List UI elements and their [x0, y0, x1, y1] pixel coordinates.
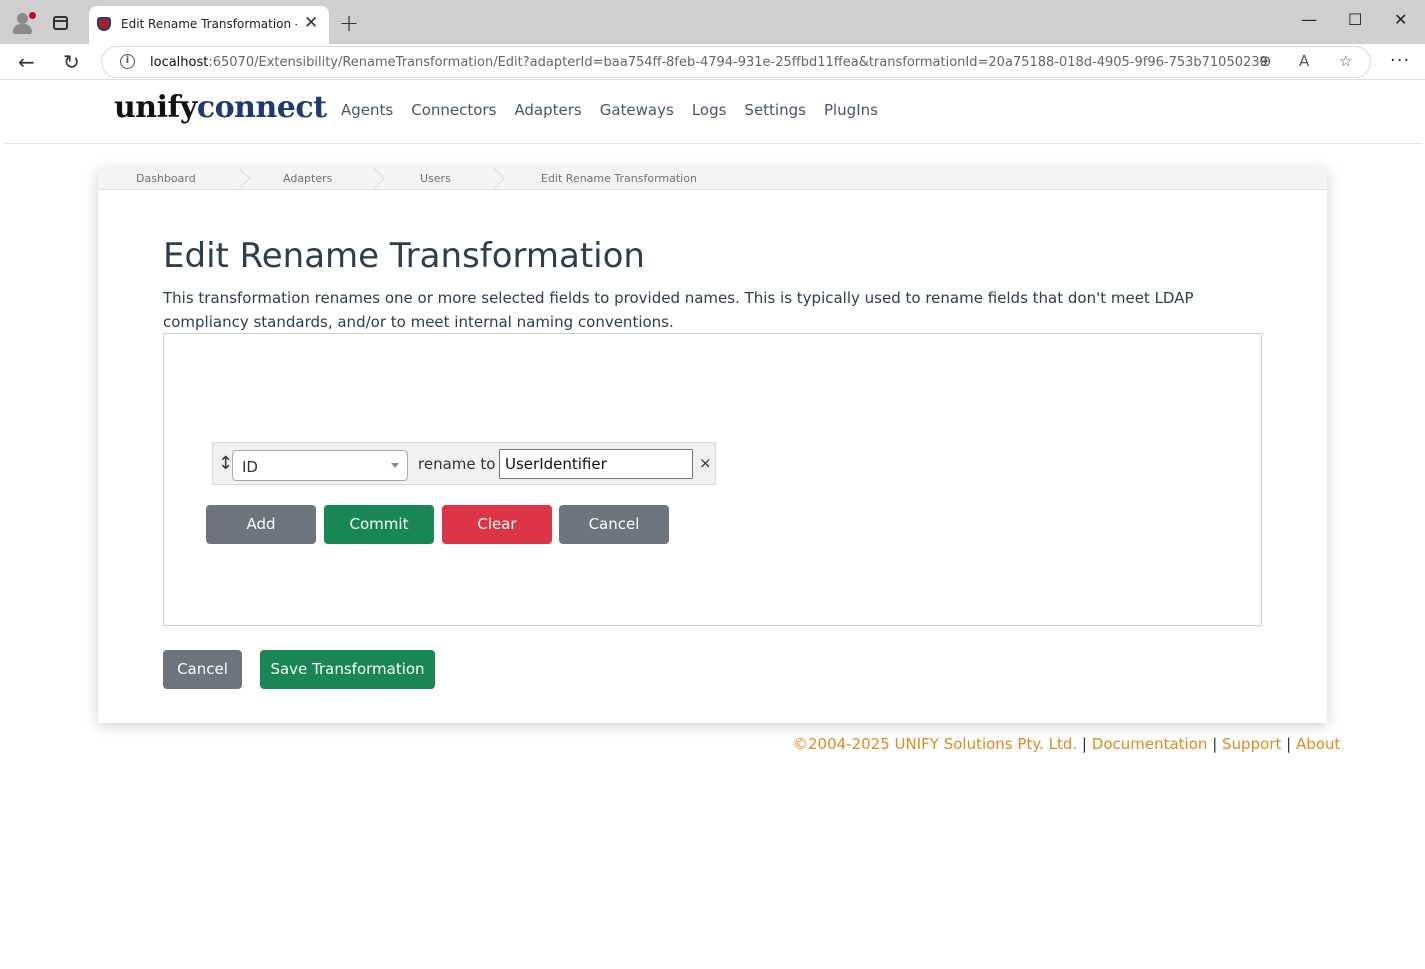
footer: ©2004-2025 UNIFY Solutions Pty. Ltd. | D… [793, 735, 1340, 753]
address-bar[interactable]: i localhost:65070/Extensibility/RenameTr… [101, 46, 1371, 78]
brand-logo[interactable]: unifyconnect [114, 90, 327, 125]
rename-editor-panel: ↕ ID rename to × Add Commit Clear Cancel [163, 333, 1262, 626]
breadcrumb-current: Edit Rename Transformation [541, 172, 697, 185]
add-button[interactable]: Add [206, 505, 316, 544]
nav-gateways[interactable]: Gateways [600, 101, 674, 119]
main-nav: Agents Connectors Adapters Gateways Logs… [341, 101, 878, 119]
browser-tab[interactable]: Edit Rename Transformation - UN ✕ [89, 6, 329, 44]
address-bar-row: ← ↻ i localhost:65070/Extensibility/Rena… [0, 44, 1425, 80]
breadcrumb-users[interactable]: Users [420, 172, 451, 185]
nav-adapters[interactable]: Adapters [514, 101, 581, 119]
breadcrumb-separator [238, 168, 252, 190]
nav-logs[interactable]: Logs [692, 101, 727, 119]
commit-button[interactable]: Commit [324, 505, 434, 544]
form-cancel-button[interactable]: Cancel [163, 650, 242, 689]
close-tab-icon[interactable]: ✕ [304, 13, 318, 33]
footer-link-about[interactable]: About [1296, 735, 1340, 753]
main-card: Dashboard Adapters Users Edit Rename Tra… [98, 168, 1327, 723]
breadcrumb-dashboard[interactable]: Dashboard [136, 172, 196, 185]
nav-agents[interactable]: Agents [341, 101, 393, 119]
source-field-value: ID [242, 458, 258, 476]
maximize-icon[interactable]: ☐ [1348, 10, 1362, 29]
source-field-select[interactable]: ID [232, 450, 408, 481]
footer-link-documentation[interactable]: Documentation [1092, 735, 1208, 753]
save-transformation-button[interactable]: Save Transformation [260, 650, 435, 689]
shield-favicon-icon [97, 17, 111, 31]
page-title: Edit Rename Transformation [163, 236, 645, 276]
footer-copyright: ©2004-2025 UNIFY Solutions Pty. Ltd. [793, 735, 1078, 753]
url-text[interactable]: localhost:65070/Extensibility/RenameTran… [150, 55, 1268, 70]
remove-row-icon[interactable]: × [699, 454, 712, 472]
page-description: This transformation renames one or more … [163, 289, 1194, 331]
rename-row: ↕ ID rename to × [212, 442, 716, 485]
favorite-star-icon[interactable]: ☆ [1339, 52, 1352, 70]
more-options-icon[interactable]: ··· [1390, 50, 1410, 71]
breadcrumb-separator [373, 168, 387, 190]
nav-plugins[interactable]: PlugIns [824, 101, 878, 119]
chevron-down-icon [391, 463, 399, 468]
footer-separator: | [1081, 735, 1087, 753]
close-window-icon[interactable]: ✕ [1394, 10, 1407, 29]
tab-title: Edit Rename Transformation - UN [121, 17, 297, 31]
footer-separator: | [1286, 735, 1292, 753]
browser-tab-bar: Edit Rename Transformation - UN ✕ + — ☐ … [0, 0, 1425, 44]
back-arrow-icon[interactable]: ← [18, 50, 35, 74]
zoom-icon[interactable]: ⊕ [1259, 52, 1272, 70]
rename-to-label: rename to [418, 455, 496, 473]
breadcrumb-adapters[interactable]: Adapters [283, 172, 332, 185]
site-info-icon[interactable]: i [120, 54, 135, 69]
clear-button[interactable]: Clear [442, 505, 552, 544]
new-tab-icon[interactable]: + [339, 9, 359, 37]
footer-link-support[interactable]: Support [1222, 735, 1281, 753]
tab-actions-icon[interactable] [53, 16, 68, 30]
nav-connectors[interactable]: Connectors [411, 101, 496, 119]
breadcrumb: Dashboard Adapters Users Edit Rename Tra… [98, 168, 1327, 190]
drag-handle-icon[interactable]: ↕ [218, 453, 233, 474]
profile-icon[interactable] [12, 12, 36, 34]
top-navbar: unifyconnect Agents Connectors Adapters … [4, 80, 1421, 144]
page: unifyconnect Agents Connectors Adapters … [4, 80, 1421, 969]
read-aloud-icon[interactable]: A [1299, 52, 1309, 70]
breadcrumb-separator [493, 168, 507, 190]
refresh-icon[interactable]: ↻ [63, 50, 80, 74]
minimize-icon[interactable]: — [1301, 10, 1317, 29]
new-name-input[interactable] [499, 449, 693, 479]
footer-separator: | [1212, 735, 1218, 753]
editor-cancel-button[interactable]: Cancel [559, 505, 669, 544]
nav-settings[interactable]: Settings [744, 101, 806, 119]
